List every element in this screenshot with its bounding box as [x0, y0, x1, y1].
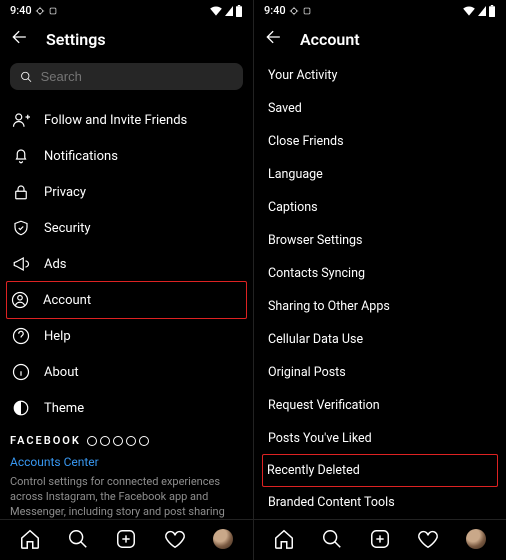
signal-icon — [225, 6, 233, 16]
item-label: Theme — [44, 401, 84, 416]
nav-activity[interactable] — [164, 528, 186, 550]
status-time: 9:40 — [10, 4, 32, 17]
theme-icon — [12, 399, 30, 417]
signal-icon — [478, 6, 486, 16]
search-icon — [20, 70, 33, 84]
status-time: 9:40 — [264, 4, 286, 17]
nav-home[interactable] — [19, 528, 41, 550]
heart-icon — [164, 528, 186, 550]
settings-screen: 9:40 Settings Follow and Invite Friends … — [0, 0, 253, 560]
facebook-label: FACEBOOK — [10, 434, 81, 447]
help-icon — [12, 327, 30, 345]
person-add-icon — [12, 111, 30, 129]
home-icon — [19, 528, 41, 550]
arrow-left-icon — [264, 27, 284, 47]
avatar — [466, 529, 486, 549]
account-item-posts-liked[interactable]: Posts You've Liked — [266, 422, 494, 455]
status-icon — [289, 6, 299, 16]
account-item-saved[interactable]: Saved — [266, 92, 494, 125]
facebook-section: FACEBOOK — [10, 434, 243, 447]
arrow-left-icon — [10, 27, 30, 47]
settings-item-privacy[interactable]: Privacy — [10, 174, 243, 210]
account-item-branded-content[interactable]: Branded Content Tools — [266, 486, 494, 519]
settings-item-help[interactable]: Help — [10, 318, 243, 354]
settings-item-about[interactable]: About — [10, 354, 243, 390]
item-label: Notifications — [44, 149, 118, 164]
plus-square-icon — [369, 528, 391, 550]
bell-icon — [12, 147, 30, 165]
accounts-center-link[interactable]: Accounts Center — [10, 455, 243, 469]
account-item-recently-deleted[interactable]: Recently Deleted — [262, 454, 498, 487]
facebook-apps-icons — [87, 436, 149, 446]
item-label: Follow and Invite Friends — [44, 113, 187, 128]
avatar — [213, 529, 233, 549]
nav-home[interactable] — [273, 528, 295, 550]
account-item-language[interactable]: Language — [266, 158, 494, 191]
settings-item-notifications[interactable]: Notifications — [10, 138, 243, 174]
page-title: Account — [300, 30, 360, 49]
nav-profile[interactable] — [465, 528, 487, 550]
heart-icon — [417, 528, 439, 550]
item-label: Privacy — [44, 185, 86, 200]
page-title: Settings — [46, 30, 106, 49]
back-button[interactable] — [10, 27, 30, 51]
nav-create[interactable] — [115, 528, 137, 550]
wifi-icon — [209, 6, 223, 16]
settings-item-ads[interactable]: Ads — [10, 246, 243, 282]
home-icon — [273, 528, 295, 550]
status-bar: 9:40 — [254, 0, 506, 19]
item-label: Security — [44, 221, 91, 236]
settings-item-follow-invite[interactable]: Follow and Invite Friends — [10, 102, 243, 138]
account-item-your-activity[interactable]: Your Activity — [266, 59, 494, 92]
nav-create[interactable] — [369, 528, 391, 550]
accounts-center-description: Control settings for connected experienc… — [10, 475, 243, 519]
account-item-request-verification[interactable]: Request Verification — [266, 389, 494, 422]
item-label: About — [44, 365, 79, 380]
search-icon — [321, 528, 343, 550]
settings-item-theme[interactable]: Theme — [10, 390, 243, 426]
bottom-nav — [0, 519, 253, 560]
item-label: Account — [43, 293, 91, 308]
account-item-sharing-other-apps[interactable]: Sharing to Other Apps — [266, 290, 494, 323]
account-item-original-posts[interactable]: Original Posts — [266, 356, 494, 389]
nav-search[interactable] — [67, 528, 89, 550]
header: Settings — [0, 19, 253, 59]
header: Account — [254, 19, 506, 59]
account-item-captions[interactable]: Captions — [266, 191, 494, 224]
nav-activity[interactable] — [417, 528, 439, 550]
wifi-icon — [462, 6, 476, 16]
status-icon — [48, 6, 58, 16]
settings-item-account[interactable]: Account — [6, 281, 247, 319]
status-bar: 9:40 — [0, 0, 253, 19]
account-icon — [11, 291, 29, 309]
account-item-close-friends[interactable]: Close Friends — [266, 125, 494, 158]
item-label: Help — [44, 329, 71, 344]
account-item-contacts-syncing[interactable]: Contacts Syncing — [266, 257, 494, 290]
shield-icon — [12, 219, 30, 237]
search-input[interactable] — [41, 69, 233, 84]
megaphone-icon — [12, 255, 30, 273]
status-icon — [35, 6, 45, 16]
account-list: Your Activity Saved Close Friends Langua… — [254, 59, 506, 519]
settings-list: Follow and Invite Friends Notifications … — [0, 59, 253, 519]
settings-item-security[interactable]: Security — [10, 210, 243, 246]
plus-square-icon — [115, 528, 137, 550]
account-item-browser-settings[interactable]: Browser Settings — [266, 224, 494, 257]
battery-icon — [488, 5, 496, 17]
bottom-nav — [254, 519, 506, 560]
battery-icon — [235, 5, 243, 17]
search-field[interactable] — [10, 63, 243, 90]
back-button[interactable] — [264, 27, 284, 51]
account-screen: 9:40 Account Your Activity Saved Close F… — [253, 0, 506, 560]
lock-icon — [12, 183, 30, 201]
item-label: Ads — [44, 257, 67, 272]
account-item-cellular-data[interactable]: Cellular Data Use — [266, 323, 494, 356]
status-icon — [302, 6, 312, 16]
info-icon — [12, 363, 30, 381]
nav-search[interactable] — [321, 528, 343, 550]
nav-profile[interactable] — [212, 528, 234, 550]
search-icon — [67, 528, 89, 550]
